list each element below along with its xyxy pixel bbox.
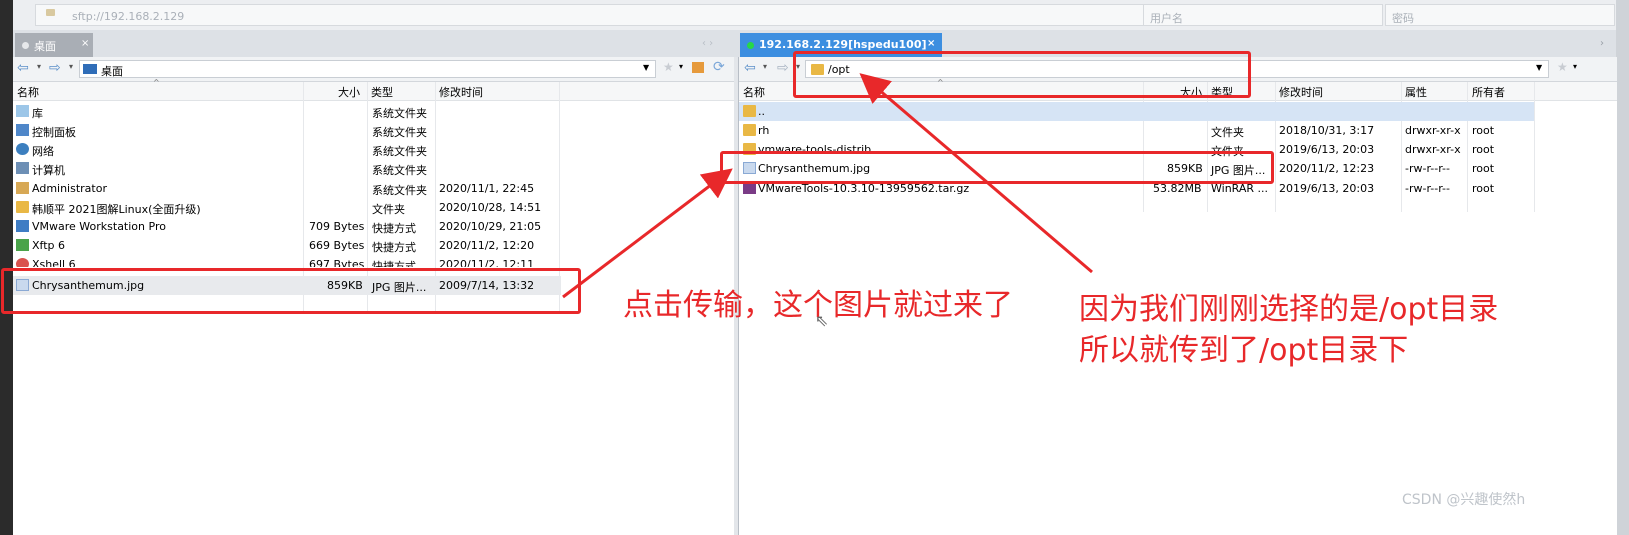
annotation-arrows <box>562 73 1093 299</box>
arrow-to-remote-path <box>859 73 1093 274</box>
annotation-opt-note-line2: 所以就传到了/opt目录下 <box>1079 333 1409 368</box>
watermark: CSDN @兴趣使然h <box>1402 492 1526 508</box>
mouse-cursor-icon: ⇖ <box>815 311 829 330</box>
arrow-to-remote-file <box>562 168 733 299</box>
annotation-opt-note-line1: 因为我们刚刚选择的是/opt目录 <box>1079 292 1499 327</box>
